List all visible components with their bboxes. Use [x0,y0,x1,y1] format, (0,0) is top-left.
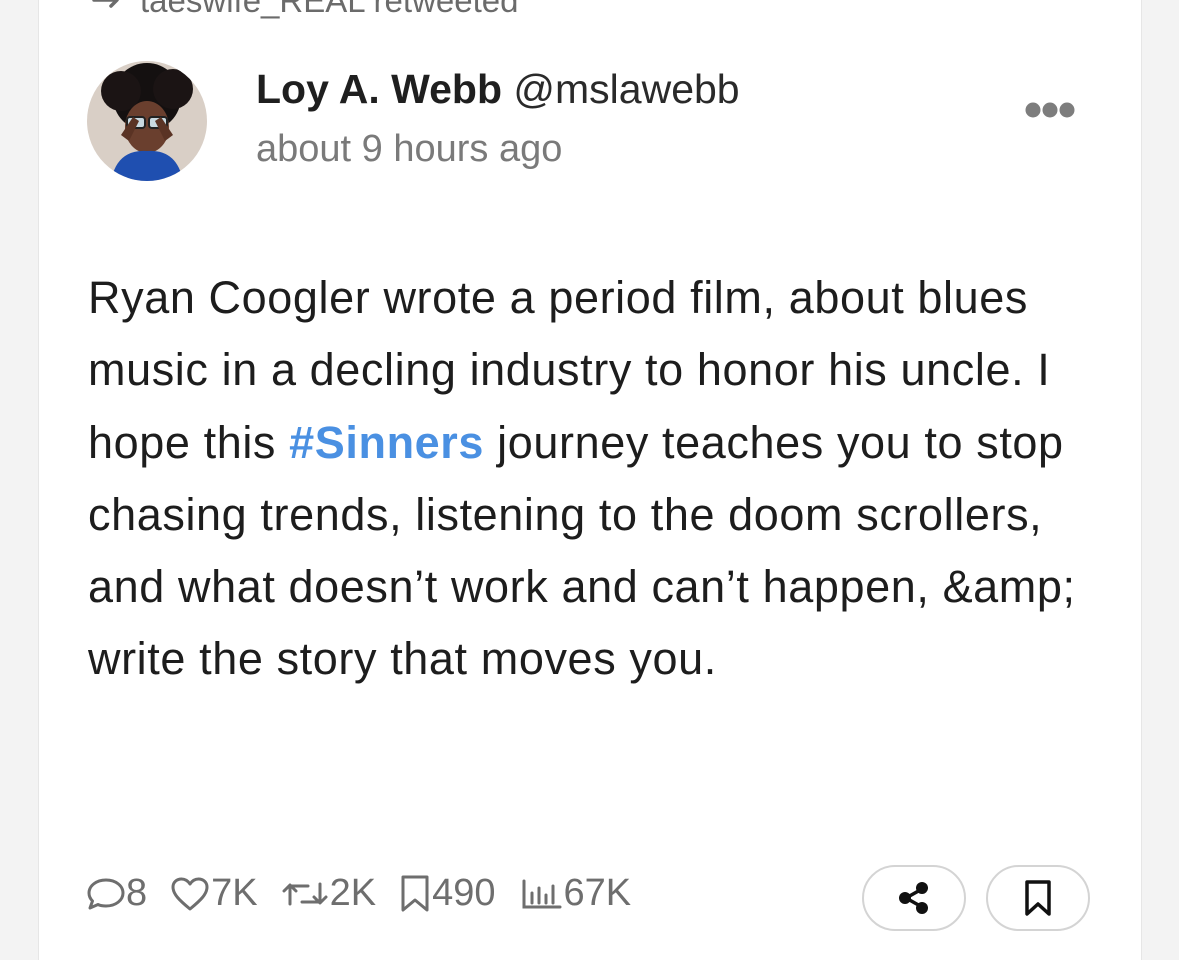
author-name[interactable]: Loy A. Webb [256,66,502,112]
bookmark-button[interactable] [986,865,1090,931]
retweet-text: taeswife_REAL retweeted [140,0,519,19]
reply-button[interactable]: 8 [86,872,147,915]
heart-icon [171,877,209,910]
author-line[interactable]: Loy A. Webb @mslawebb [256,66,740,113]
hashtag-link[interactable]: #Sinners [289,417,484,468]
more-horizontal-icon [1025,102,1075,118]
retweet-icon [88,0,128,20]
share-button[interactable] [862,865,966,931]
timestamp[interactable]: about 9 hours ago [256,128,562,171]
retweet-attribution[interactable]: taeswife_REAL retweeted [88,0,519,20]
bookmark-icon [1025,880,1051,916]
views-count: 67K [563,872,632,914]
like-count: 7K [211,872,258,914]
reply-count: 8 [126,872,148,914]
author-handle[interactable]: @mslawebb [513,66,739,112]
retweet-icon [282,882,328,905]
more-options-button[interactable] [1020,92,1080,128]
avatar[interactable] [87,61,207,181]
bookmark-count: 490 [432,872,496,914]
comment-icon [87,878,125,909]
bookmark-icon [401,875,429,911]
like-button[interactable]: 7K [169,872,258,915]
views-button[interactable]: 67K [520,872,632,915]
bar-chart-icon [522,879,562,908]
tweet-stats: 8 7K 2K 490 67K [86,872,631,915]
share-icon [899,882,928,914]
retweet-button[interactable]: 2K [280,872,376,915]
tweet-text: Ryan Coogler wrote a period film, about … [88,262,1098,696]
bookmark-count-button[interactable]: 490 [398,872,496,915]
retweet-count: 2K [329,872,377,914]
